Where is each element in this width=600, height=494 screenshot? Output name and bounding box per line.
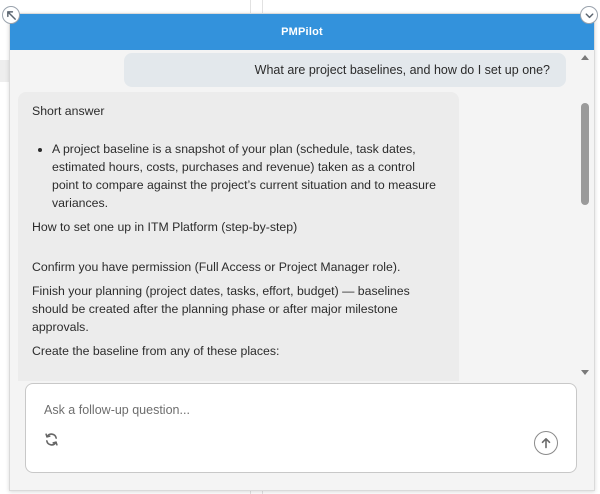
arrow-up-icon bbox=[541, 438, 551, 449]
answer-heading: Short answer bbox=[32, 104, 105, 118]
background-panel bbox=[0, 60, 9, 82]
answer-list: A project baseline is a snapshot of your… bbox=[32, 140, 445, 212]
howto-heading: How to set one up in ITM Platform (step-… bbox=[32, 220, 298, 234]
step-1: Confirm you have permission (Full Access… bbox=[32, 260, 401, 274]
chevron-down-icon bbox=[585, 12, 593, 18]
user-message-text: What are project baselines, and how do I… bbox=[254, 63, 550, 77]
answer-bullet: A project baseline is a snapshot of your… bbox=[52, 140, 445, 212]
send-button[interactable] bbox=[534, 431, 558, 455]
expand-button[interactable] bbox=[2, 6, 20, 24]
user-message: What are project baselines, and how do I… bbox=[124, 53, 566, 87]
assistant-message: Short answer A project baseline is a sna… bbox=[18, 92, 459, 381]
chat-history[interactable]: What are project baselines, and how do I… bbox=[10, 50, 579, 381]
composer bbox=[25, 383, 577, 473]
scroll-thumb[interactable] bbox=[581, 103, 589, 205]
panel-title: PMPilot bbox=[281, 26, 323, 38]
follow-up-input[interactable] bbox=[42, 398, 526, 422]
chat-scrollbar[interactable] bbox=[577, 50, 594, 381]
scroll-up-arrow[interactable] bbox=[581, 55, 589, 60]
step-2: Finish your planning (project dates, tas… bbox=[32, 284, 410, 334]
expand-diagonal-icon bbox=[6, 10, 16, 20]
chat-panel: PMPilot What are project baselines, and … bbox=[9, 13, 595, 491]
refresh-icon[interactable] bbox=[43, 431, 59, 447]
scroll-down-arrow[interactable] bbox=[581, 370, 589, 375]
step-3: Create the baseline from any of these pl… bbox=[32, 344, 280, 358]
panel-header: PMPilot bbox=[10, 14, 594, 50]
collapse-button[interactable] bbox=[580, 6, 598, 24]
